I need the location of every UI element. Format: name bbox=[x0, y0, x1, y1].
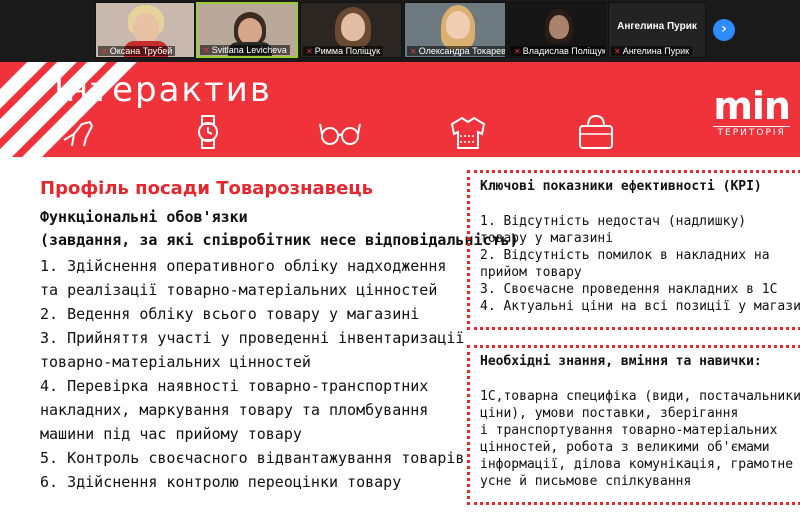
duties-title-line: (завдання, за які співробітник несе відп… bbox=[40, 231, 519, 249]
list-item: 4. Перевірка наявності товарно-транспорт… bbox=[40, 377, 429, 395]
brand-logo: min ТЕРИТОРІЯ bbox=[713, 84, 791, 138]
profile-heading: Профіль посади Товарознавець bbox=[40, 178, 374, 199]
avatar-face bbox=[446, 11, 470, 39]
list-item: та реалізації товарно-матеріальних цінно… bbox=[40, 281, 438, 299]
slide-title: Інтерактив bbox=[54, 70, 272, 110]
participant-strip: ✕ Оксана Трубей ✕ Svitlana Levicheva ✕ Римм… bbox=[0, 0, 800, 62]
participant-name: ✕ Ангелина Пурик bbox=[611, 46, 693, 56]
list-item: 3. Прийняття участі у проведенні інвента… bbox=[40, 329, 465, 347]
duties-list: 1. Здійснення оперативного обліку надход… bbox=[40, 254, 464, 494]
list-item: товарно-матеріальних цінностей bbox=[40, 353, 311, 371]
list-item: накладних, маркування товару та пломбува… bbox=[40, 401, 429, 419]
participant-display-name: Ангелина Пурик bbox=[617, 21, 697, 32]
list-item: 2. Ведення обліку всього товару у магази… bbox=[40, 305, 420, 323]
duties-title: Функціональні обов'язки (завдання, за як… bbox=[40, 206, 519, 252]
avatar-face bbox=[549, 15, 569, 39]
participant-tile[interactable]: Ангелина Пурик ✕ Ангелина Пурик bbox=[608, 2, 706, 58]
mic-muted-icon: ✕ bbox=[410, 47, 417, 56]
skills-text: 1С,товарна специфіка (види, постачальник… bbox=[480, 389, 800, 489]
kpi-box: Ключові показники ефективності (KPI) 1. … bbox=[467, 170, 800, 330]
kpi-list: 1. Відсутність недостач (надлишку) товар… bbox=[480, 214, 800, 314]
mic-muted-icon: ✕ bbox=[306, 47, 313, 56]
participant-tile[interactable]: ✕ Римма Поліщук bbox=[300, 2, 402, 58]
mic-muted-icon: ✕ bbox=[514, 47, 521, 56]
watch-icon bbox=[198, 115, 218, 149]
participant-name: ✕ Олександра Токарев... bbox=[407, 46, 505, 56]
participant-name: ✕ Владислав Поліщук bbox=[511, 46, 605, 56]
bag-icon bbox=[579, 114, 613, 149]
glasses-icon bbox=[319, 123, 361, 145]
mic-muted-icon: ✕ bbox=[203, 46, 210, 55]
mic-muted-icon: ✕ bbox=[101, 47, 108, 56]
skills-heading: Необхідні знання, вміння та навички: bbox=[480, 354, 762, 369]
slide-banner: Інтерактив min ТЕРИТОРІЯ bbox=[0, 62, 800, 157]
duties-title-line: Функціональні обов'язки bbox=[40, 208, 248, 226]
avatar-face bbox=[341, 13, 365, 41]
list-item: 5. Контроль своєчасного відвантажування … bbox=[40, 449, 465, 467]
avatar-face bbox=[133, 13, 159, 43]
list-item: машини під час прийому товару bbox=[40, 425, 302, 443]
skills-box: Необхідні знання, вміння та навички: 1С,… bbox=[467, 345, 800, 505]
next-page-button[interactable]: › bbox=[713, 19, 735, 41]
list-item: 6. Здійснення контролю переоцінки товару bbox=[40, 473, 402, 491]
shared-slide: Інтерактив min ТЕРИТОРІЯ Профіль посади … bbox=[0, 62, 800, 517]
participant-tile[interactable]: ✕ Олександра Токарев... bbox=[404, 2, 506, 58]
participant-tile[interactable]: ✕ Владислав Поліщук bbox=[508, 2, 606, 58]
chevron-right-icon: › bbox=[721, 21, 727, 37]
participant-name: ✕ Svitlana Levicheva bbox=[200, 45, 290, 55]
kpi-heading: Ключові показники ефективності (KPI) bbox=[480, 179, 762, 194]
high-heel-icon bbox=[63, 120, 94, 147]
avatar-face bbox=[238, 18, 262, 44]
sweater-icon bbox=[450, 116, 486, 149]
participant-name: ✕ Римма Поліщук bbox=[303, 46, 384, 56]
list-item: 1. Здійснення оперативного обліку надход… bbox=[40, 257, 447, 275]
logo-text: min bbox=[713, 84, 791, 128]
participant-tile-active[interactable]: ✕ Svitlana Levicheva bbox=[196, 2, 298, 58]
participant-name: ✕ Оксана Трубей bbox=[98, 46, 176, 56]
mic-muted-icon: ✕ bbox=[614, 47, 621, 56]
participant-tile[interactable]: ✕ Оксана Трубей bbox=[95, 2, 195, 58]
logo-subtext: ТЕРИТОРІЯ bbox=[713, 126, 790, 138]
